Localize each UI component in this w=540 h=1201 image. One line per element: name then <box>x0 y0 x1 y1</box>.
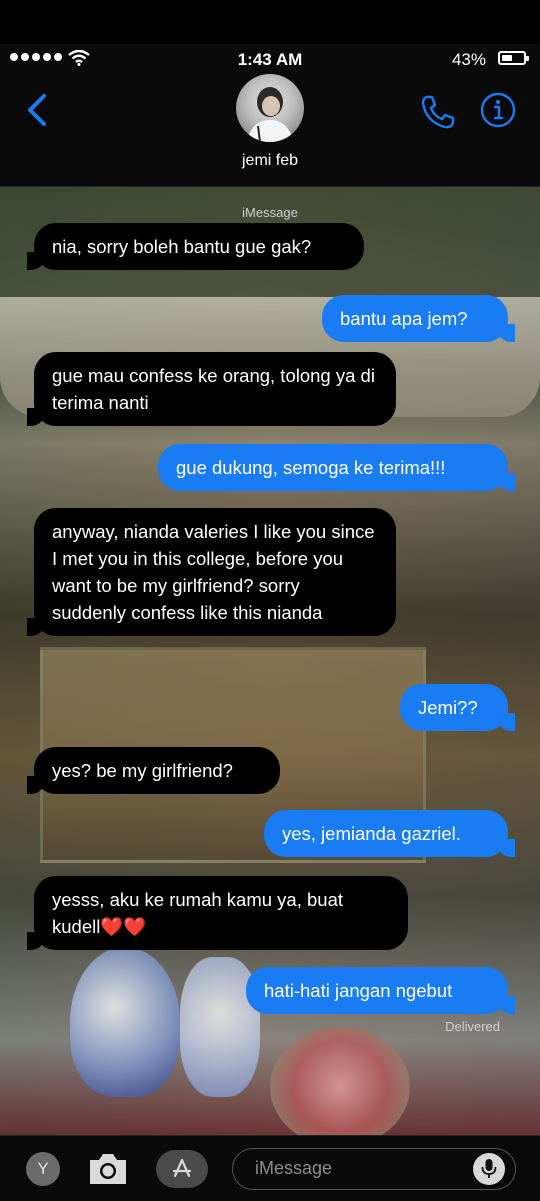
info-icon[interactable] <box>480 92 516 128</box>
message-input[interactable]: iMessage <box>232 1148 516 1190</box>
outgoing-message[interactable]: Jemi?? <box>400 684 515 731</box>
delivered-status: Delivered <box>445 1019 500 1034</box>
status-bar: 1:43 AM 43% <box>0 0 540 69</box>
app-drawer-label: Y <box>37 1159 49 1178</box>
microphone-icon <box>481 1159 497 1178</box>
compose-bar: Y iMessage <box>0 1135 540 1201</box>
message-thread[interactable]: iMessage nia, sorry boleh bantu gue gak?… <box>0 187 540 1135</box>
incoming-message[interactable]: anyway, nianda valeries I like you since… <box>27 508 396 636</box>
incoming-message[interactable]: nia, sorry boleh bantu gue gak? <box>27 223 364 270</box>
background-photo-vase <box>270 1027 410 1135</box>
camera-icon[interactable] <box>86 1150 130 1188</box>
contact-name[interactable]: jemi feb <box>0 152 540 170</box>
outgoing-message[interactable]: yes, jemianda gazriel. <box>264 810 515 857</box>
incoming-message[interactable]: gue mau confess ke orang, tolong ya di t… <box>27 352 396 426</box>
service-label: iMessage <box>242 205 298 220</box>
app-store-icon <box>172 1158 192 1178</box>
phone-call-icon[interactable] <box>418 92 458 132</box>
incoming-message[interactable]: yesss, aku ke rumah kamu ya, buat kudell… <box>27 876 408 950</box>
contact-avatar[interactable] <box>236 74 304 142</box>
battery-percent: 43% <box>451 50 486 69</box>
background-photo-vase <box>70 947 180 1097</box>
microphone-button[interactable] <box>473 1153 505 1185</box>
app-drawer-button[interactable]: Y <box>26 1152 60 1186</box>
outgoing-message[interactable]: bantu apa jem? <box>322 295 515 342</box>
conversation-header: 1:43 AM 43% jemi feb <box>0 0 540 187</box>
outgoing-message[interactable]: hati-hati jangan ngebut <box>246 967 515 1014</box>
outgoing-message[interactable]: gue dukung, semoga ke terima!!! <box>158 444 515 491</box>
message-input-placeholder: iMessage <box>255 1158 333 1178</box>
incoming-message[interactable]: yes? be my girlfriend? <box>27 747 280 794</box>
back-chevron-icon[interactable] <box>18 90 58 130</box>
battery-icon <box>498 51 529 65</box>
app-store-button[interactable] <box>156 1150 208 1188</box>
